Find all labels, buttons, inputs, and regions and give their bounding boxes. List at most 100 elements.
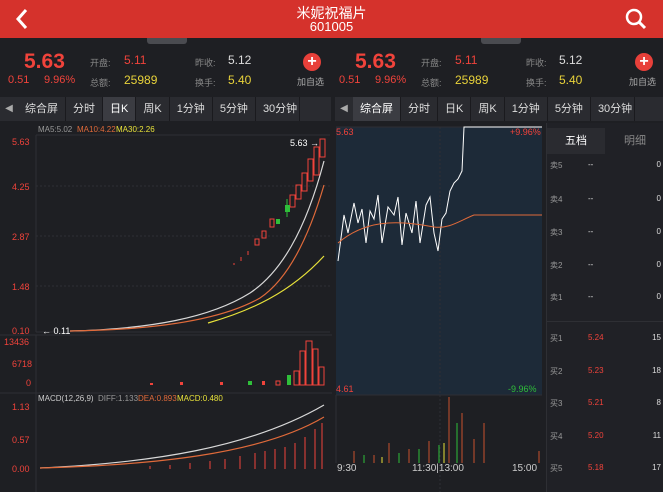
prev-label: 昨收: bbox=[195, 58, 216, 68]
ask-row: 卖3 -- 0 bbox=[548, 227, 663, 243]
tab-detail[interactable]: 明细 bbox=[606, 128, 663, 154]
add-watchlist-label: 加自选 bbox=[629, 77, 657, 87]
tab-weekly-k[interactable]: 周K bbox=[136, 97, 170, 121]
tab-intraday[interactable]: 分时 bbox=[66, 97, 103, 121]
left-chart-tabs: ◀ 综合屏 分时 日K 周K 1分钟 5分钟 30分钟 bbox=[0, 97, 331, 121]
bid-volume: 17 bbox=[652, 463, 661, 472]
prev-value: 5.12 bbox=[559, 53, 583, 67]
bid-side: 买4 bbox=[550, 432, 563, 441]
add-watchlist-button[interactable]: + bbox=[635, 53, 653, 71]
bid-row: 买4 5.20 11 bbox=[548, 431, 663, 447]
ask-volume: 0 bbox=[656, 260, 661, 269]
ask-volume: 0 bbox=[656, 292, 661, 301]
bid-volume: 15 bbox=[652, 333, 661, 342]
ask-row: 卖1 -- 0 bbox=[548, 292, 663, 308]
price-percent: 9.96% bbox=[375, 74, 407, 86]
turnover-value: 5.40 bbox=[559, 73, 583, 87]
bid-price: 5.21 bbox=[588, 398, 604, 407]
amount-value: 25989 bbox=[455, 73, 489, 87]
ma5-label: MA5:5.02 bbox=[38, 125, 73, 134]
intraday-high-pct: +9.96% bbox=[510, 127, 541, 137]
tab-overview[interactable]: 综合屏 bbox=[353, 97, 401, 121]
price-percent: 9.96% bbox=[44, 74, 76, 86]
bid-price: 5.24 bbox=[588, 333, 604, 342]
high-marker: 5.63 → bbox=[290, 138, 320, 148]
amount-label: 总额: bbox=[421, 78, 442, 88]
ask-side: 卖1 bbox=[550, 293, 563, 302]
tab-scroll-left[interactable]: ◀ bbox=[0, 97, 18, 121]
bid-price: 5.23 bbox=[588, 366, 604, 375]
ask-row: 卖5 -- 0 bbox=[548, 160, 663, 176]
open-label: 开盘: bbox=[90, 58, 111, 68]
volume-tick: 13436 bbox=[4, 337, 30, 347]
search-button[interactable] bbox=[623, 6, 649, 32]
macd-tick: 0.57 bbox=[12, 435, 30, 445]
y-tick-max: 5.63 bbox=[12, 137, 30, 147]
volume-tick: 6718 bbox=[12, 359, 33, 369]
intraday-chart[interactable] bbox=[334, 123, 546, 492]
bid-row: 买1 5.24 15 bbox=[548, 333, 663, 349]
ask-volume: 0 bbox=[656, 160, 661, 169]
turnover-value: 5.40 bbox=[228, 73, 252, 87]
bid-volume: 18 bbox=[652, 366, 661, 375]
tab-scroll-left[interactable]: ◀ bbox=[335, 97, 353, 121]
intraday-low-pct: -9.96% bbox=[508, 384, 537, 394]
bid-row: 买3 5.21 8 bbox=[548, 398, 663, 414]
add-watchlist-button[interactable]: + bbox=[303, 53, 321, 71]
tab-1min[interactable]: 1分钟 bbox=[170, 97, 213, 121]
bid-side: 买1 bbox=[550, 334, 563, 343]
tab-30min[interactable]: 30分钟 bbox=[256, 97, 301, 121]
right-chart-tabs: ◀ 综合屏 分时 日K 周K 1分钟 5分钟 30分钟 bbox=[335, 97, 663, 121]
tab-daily-k[interactable]: 日K bbox=[103, 97, 137, 121]
tab-5min[interactable]: 5分钟 bbox=[213, 97, 256, 121]
bid-price: 5.18 bbox=[588, 463, 604, 472]
intraday-low-price: 4.61 bbox=[336, 384, 354, 394]
volume-tick: 0 bbox=[26, 378, 32, 388]
right-quote-panel: 5.63 0.51 9.96% 开盘: 5.11 昨收: 5.12 总额: 25… bbox=[331, 44, 662, 94]
low-value: 0.11 bbox=[53, 326, 71, 336]
diff-label: DIFF:1.133 bbox=[98, 394, 139, 403]
macd-tick: 0.00 bbox=[12, 464, 30, 474]
ma10-label: MA10:4.22 bbox=[77, 125, 116, 134]
open-value: 5.11 bbox=[124, 53, 147, 67]
tab-weekly-k[interactable]: 周K bbox=[471, 97, 505, 121]
tab-overview[interactable]: 综合屏 bbox=[18, 97, 66, 121]
bid-volume: 8 bbox=[656, 398, 661, 407]
orderbook-divider bbox=[547, 321, 663, 322]
kline-chart[interactable] bbox=[0, 123, 332, 492]
bid-side: 买2 bbox=[550, 367, 563, 376]
title-bar: 米妮祝福片 601005 bbox=[0, 0, 663, 38]
bid-row: 买5 5.18 17 bbox=[548, 463, 663, 479]
bid-row: 买2 5.23 18 bbox=[548, 366, 663, 382]
prev-label: 昨收: bbox=[526, 58, 547, 68]
macd-label: MACD(12,26,9) bbox=[38, 394, 94, 403]
ask-row: 卖4 -- 0 bbox=[548, 194, 663, 210]
app-root: { "header": {"title": "米妮祝福片", "code": "… bbox=[0, 0, 663, 492]
dea-label: DEA:0.893 bbox=[138, 394, 177, 403]
time-tick: 11:30|13:00 bbox=[412, 463, 464, 474]
high-value: 5.63 bbox=[290, 138, 308, 148]
tab-intraday[interactable]: 分时 bbox=[401, 97, 438, 121]
price-change: 0.51 bbox=[339, 74, 361, 86]
ask-side: 卖3 bbox=[550, 228, 563, 237]
ask-price: -- bbox=[588, 292, 594, 301]
time-tick: 9:30 bbox=[337, 463, 357, 474]
open-value: 5.11 bbox=[455, 53, 478, 67]
tab-1min[interactable]: 1分钟 bbox=[505, 97, 548, 121]
tab-five-level[interactable]: 五档 bbox=[547, 128, 605, 154]
tab-5min[interactable]: 5分钟 bbox=[548, 97, 591, 121]
ask-price: -- bbox=[588, 194, 594, 203]
ask-side: 卖2 bbox=[550, 261, 563, 270]
ma30-label: MA30:2.26 bbox=[116, 125, 155, 134]
search-icon bbox=[625, 8, 647, 30]
stock-code: 601005 bbox=[309, 19, 354, 34]
ask-row: 卖2 -- 0 bbox=[548, 260, 663, 276]
amount-value: 25989 bbox=[124, 73, 158, 87]
intraday-high-price: 5.63 bbox=[336, 127, 354, 137]
y-tick: 2.87 bbox=[12, 232, 30, 242]
tab-30min[interactable]: 30分钟 bbox=[591, 97, 636, 121]
macd-tick: 1.13 bbox=[12, 402, 30, 412]
ask-volume: 0 bbox=[656, 227, 661, 236]
last-price: 5.63 bbox=[24, 50, 65, 73]
tab-daily-k[interactable]: 日K bbox=[438, 97, 472, 121]
